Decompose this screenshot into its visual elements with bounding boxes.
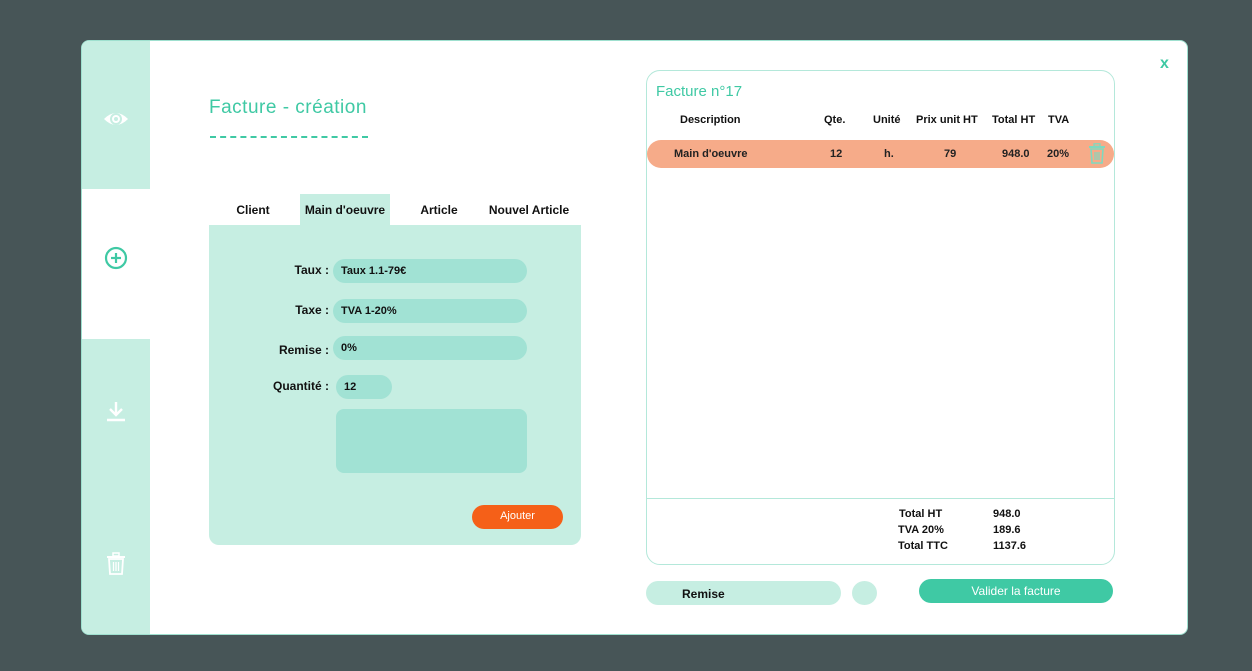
- row-qte: 12: [830, 148, 843, 160]
- remise-label: Remise :: [278, 343, 329, 357]
- notes-textarea[interactable]: [336, 409, 527, 473]
- tab-client[interactable]: Client: [222, 194, 284, 225]
- col-tva: TVA: [1048, 114, 1070, 126]
- taxe-select[interactable]: TVA 1-20%: [333, 299, 527, 323]
- add-button[interactable]: Ajouter: [472, 505, 563, 529]
- row-unite: h.: [884, 148, 894, 160]
- invoice-title: Facture n°17: [656, 83, 743, 100]
- col-unite: Unité: [873, 114, 901, 126]
- totals-divider: [647, 498, 1114, 499]
- col-qte: Qte.: [824, 114, 846, 126]
- tab-nouvel-article[interactable]: Nouvel Article: [482, 194, 576, 225]
- tva-value: 189.6: [993, 524, 1021, 536]
- remise-global-input[interactable]: Remise: [646, 581, 841, 605]
- row-tva: 20%: [1047, 148, 1070, 160]
- remise-toggle[interactable]: [852, 581, 877, 605]
- col-prix-unit: Prix unit HT: [916, 114, 978, 126]
- eye-icon[interactable]: [100, 103, 132, 135]
- trash-icon[interactable]: [100, 548, 132, 580]
- quantite-input[interactable]: 12: [336, 375, 392, 399]
- tab-main-doeuvre[interactable]: Main d'oeuvre: [300, 194, 390, 225]
- total-ht-value: 948.0: [993, 508, 1021, 520]
- table-row[interactable]: Main d'oeuvre 12 h. 79 948.0 20%: [647, 140, 1114, 168]
- total-ttc-label: Total TTC: [898, 540, 948, 552]
- invoice-window: x Facture - création Client Main d'oeuvr…: [81, 40, 1188, 635]
- plus-circle-icon[interactable]: [100, 242, 132, 274]
- col-description: Description: [680, 114, 741, 126]
- download-icon[interactable]: [100, 396, 132, 428]
- row-description: Main d'oeuvre: [674, 148, 748, 160]
- taux-label: Taux :: [294, 263, 329, 277]
- title-underline: [210, 136, 368, 138]
- row-total: 948.0: [1002, 148, 1030, 160]
- page-title: Facture - création: [209, 97, 367, 118]
- row-prix: 79: [944, 148, 957, 160]
- row-trash-icon[interactable]: [1088, 143, 1106, 170]
- total-ttc-value: 1137.6: [993, 540, 1027, 552]
- tab-article[interactable]: Article: [412, 194, 466, 225]
- col-total-ht: Total HT: [992, 114, 1036, 126]
- close-button[interactable]: x: [1160, 55, 1169, 73]
- remise-input[interactable]: 0%: [333, 336, 527, 360]
- taxe-label: Taxe :: [295, 303, 329, 317]
- validate-invoice-button[interactable]: Valider la facture: [919, 579, 1113, 603]
- taux-select[interactable]: Taux 1.1-79€: [333, 259, 527, 283]
- tva-label: TVA 20%: [898, 524, 944, 536]
- sidebar: [82, 41, 150, 634]
- quantite-label: Quantité :: [273, 379, 329, 393]
- total-ht-label: Total HT: [899, 508, 943, 520]
- invoice-panel: Facture n°17 Description Qte. Unité Prix…: [646, 70, 1115, 565]
